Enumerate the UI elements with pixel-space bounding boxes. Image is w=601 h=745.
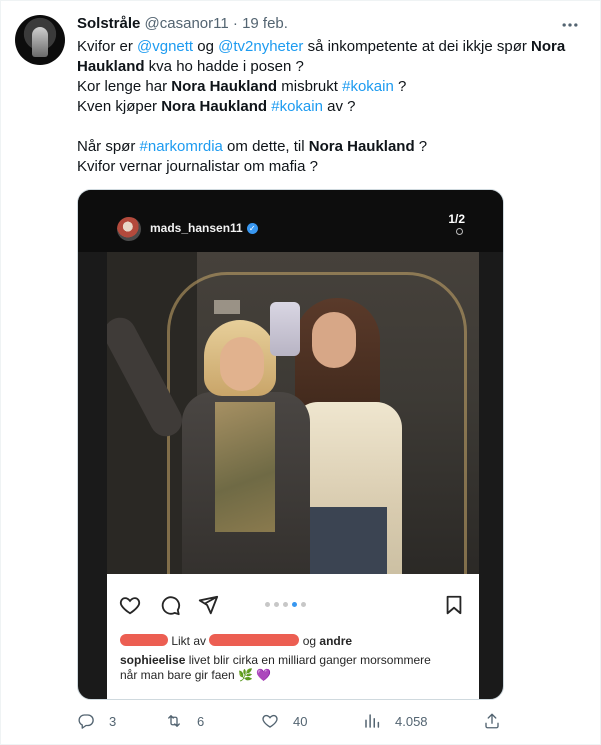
caption-emoji: 🌿 💜 — [238, 668, 272, 682]
redaction-mark — [209, 634, 300, 646]
text-segment: Kvifor er — [77, 38, 138, 55]
like-count: 40 — [293, 713, 308, 729]
text-segment: kva ho hadde i posen ? — [144, 58, 304, 75]
liked-by-line: Likt av og andre — [120, 634, 352, 648]
reply-button[interactable]: 3 — [77, 709, 116, 733]
carousel-dots — [265, 602, 306, 607]
text-segment: Kvifor vernar journalistar om mafia ? — [77, 158, 318, 175]
liked-middle: og — [302, 634, 317, 648]
tweet-text-line — [77, 117, 577, 137]
instagram-footer: Likt av og andre sophieelise livet blir … — [107, 574, 479, 699]
bold-text: Nora Haukland — [161, 98, 268, 115]
text-segment: Kor lenge har — [77, 78, 172, 95]
carousel-dot — [283, 602, 288, 607]
ig-page-indicator: 1/2 — [448, 212, 465, 226]
tweet-header: Solstråle @casanor11 · 19 feb. — [77, 14, 288, 34]
liked-prefix: Likt av — [171, 634, 207, 648]
hashtag-link[interactable]: #kokain — [342, 78, 394, 95]
tweet-date[interactable]: 19 feb. — [242, 15, 288, 32]
carousel-dot — [301, 602, 306, 607]
bold-text: Nora — [531, 38, 566, 55]
verified-badge-icon: ✓ — [246, 223, 258, 235]
tweet-text-line: Kvifor er @vgnett og @tv2nyheter så inko… — [77, 37, 577, 57]
share-button[interactable] — [483, 709, 501, 733]
redaction-mark — [120, 634, 168, 646]
text-segment: ? — [393, 78, 407, 95]
author-handle[interactable]: @casanor11 — [145, 15, 229, 32]
like-button[interactable]: 40 — [261, 709, 307, 733]
ig-caption: sophieelise livet blir cirka en milliard… — [120, 653, 450, 683]
text-segment: og — [193, 38, 219, 55]
hashtag-link[interactable]: #narkomrdia — [140, 138, 223, 155]
bold-text: Nora Haukland — [171, 78, 278, 95]
header-separator: · — [232, 15, 238, 32]
views-count: 4.058 — [395, 713, 428, 729]
author-avatar[interactable] — [15, 15, 65, 65]
text-segment: så inkompetente at dei ikkje spør — [303, 38, 532, 55]
comment-icon — [159, 594, 181, 616]
carousel-dot — [292, 602, 297, 607]
like-icon — [262, 714, 278, 728]
retweet-icon — [168, 715, 180, 727]
text-segment: Når spør — [77, 138, 140, 155]
upload-icon — [485, 713, 499, 729]
more-icon[interactable] — [558, 15, 582, 35]
liked-suffix: andre — [319, 634, 353, 648]
heart-icon — [119, 594, 141, 616]
tweet-text-line: Kven kjøper Nora Haukland #kokain av ? — [77, 97, 577, 117]
tweet-text-line: Haukland kva ho hadde i posen ? — [77, 57, 577, 77]
selfie-photo — [107, 252, 479, 574]
text-segment: om dette, til — [222, 138, 309, 155]
reply-count: 3 — [109, 713, 117, 729]
tweet-text-line: Kvifor vernar journalistar om mafia ? — [77, 157, 577, 177]
ig-username: mads_hansen11 — [150, 221, 243, 235]
text-segment: Kven kjøper — [77, 98, 162, 115]
text-segment: misbrukt — [277, 78, 343, 95]
tweet-text-line: Når spør #narkomrdia om dette, til Nora … — [77, 137, 577, 157]
carousel-dot — [265, 602, 270, 607]
tweet-card[interactable]: Solstråle @casanor11 · 19 feb. Kvifor er… — [0, 0, 601, 745]
reply-icon — [78, 714, 94, 729]
tweet-media-image[interactable]: mads_hansen11 ✓ 1/2 Likt av og andre sop… — [77, 189, 504, 700]
carousel-dot — [274, 602, 279, 607]
ig-multi-icon — [456, 228, 463, 235]
tweet-text-line: Kor lenge har Nora Haukland misbrukt #ko… — [77, 77, 577, 97]
bookmark-icon — [443, 594, 465, 616]
share-icon — [197, 594, 219, 616]
mention-link[interactable]: @tv2nyheter — [218, 38, 303, 55]
hashtag-link[interactable]: #kokain — [271, 98, 323, 115]
instagram-header: mads_hansen11 ✓ 1/2 — [78, 190, 503, 252]
tweet-actions: 3 6 40 4.058 — [77, 709, 517, 733]
mention-link[interactable]: @vgnett — [137, 38, 193, 55]
tweet-text: Kvifor er @vgnett og @tv2nyheter så inko… — [77, 37, 577, 177]
ig-avatar — [117, 217, 141, 241]
retweet-count: 6 — [197, 713, 205, 729]
views-icon — [365, 714, 380, 728]
bold-text: Haukland — [77, 58, 145, 75]
caption-user: sophieelise — [120, 653, 186, 667]
retweet-button[interactable]: 6 — [165, 709, 204, 733]
author-name[interactable]: Solstråle — [77, 15, 140, 32]
text-segment: ? — [414, 138, 428, 155]
bold-text: Nora Haukland — [308, 138, 415, 155]
text-segment: av ? — [322, 98, 356, 115]
views-button[interactable]: 4.058 — [363, 709, 428, 733]
